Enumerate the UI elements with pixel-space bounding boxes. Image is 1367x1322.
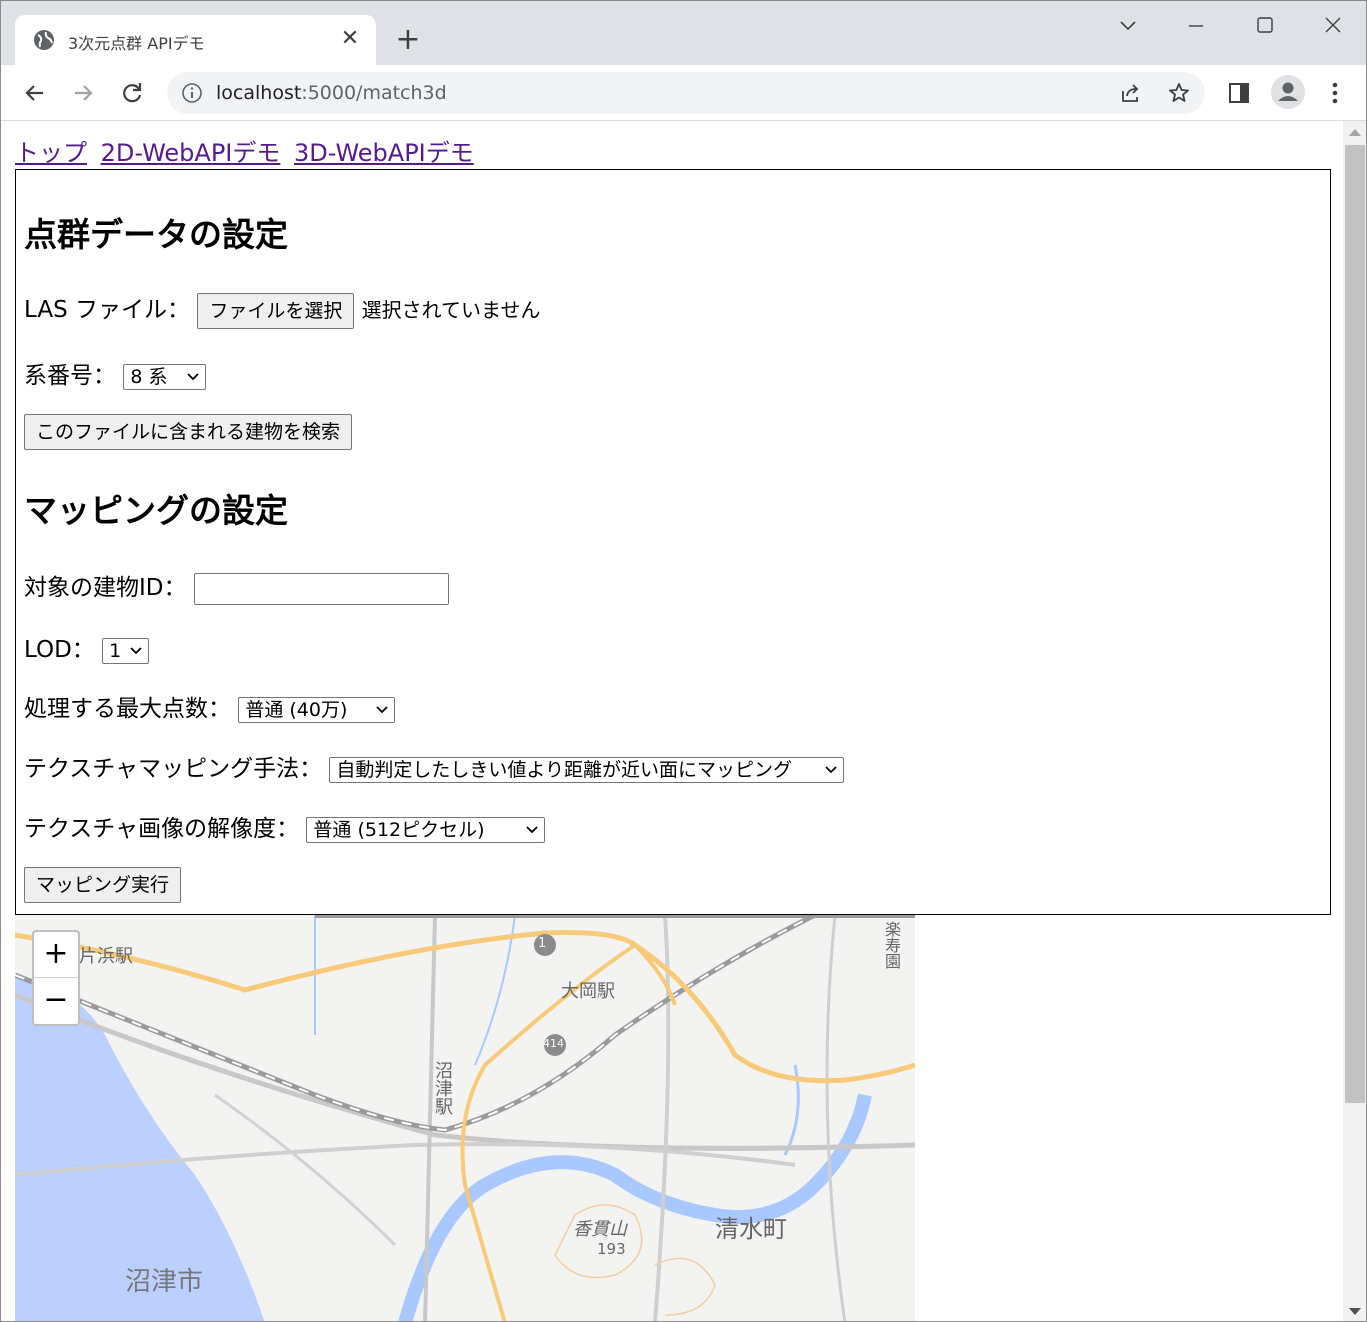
scroll-down-icon[interactable] <box>1349 1308 1361 1315</box>
globe-icon <box>34 30 54 50</box>
url-path: :5000/match3d <box>301 82 447 104</box>
browser-window: 3次元点群 APIデモ ✕ + localhost:5000/match3d ト… <box>0 0 1367 1322</box>
resolution-label: テクスチャ画像の解像度： <box>24 816 300 842</box>
building-id-row: 対象の建物ID： <box>24 568 449 605</box>
share-icon[interactable] <box>1119 81 1143 105</box>
method-select-value: 自動判定したしきい値より距離が近い面にマッピング <box>336 758 793 781</box>
run-row: マッピング実行 <box>24 867 182 903</box>
minimize-icon[interactable] <box>1181 11 1211 41</box>
method-row: テクスチャマッピング手法： 自動判定したしきい値より距離が近い面にマッピング <box>24 749 845 783</box>
lod-select[interactable]: 1 <box>102 637 150 664</box>
page-content: トップ 2D-WebAPIデモ 3D-WebAPIデモ 点群データの設定 LAS… <box>1 121 1343 1321</box>
lod-row: LOD： 1 <box>24 630 150 664</box>
settings-panel: 点群データの設定 LAS ファイル： ファイルを選択 選択されていません 系番号… <box>15 169 1331 915</box>
building-id-label: 対象の建物ID： <box>24 575 187 601</box>
las-file-label: LAS ファイル： <box>24 297 190 323</box>
nav-links: トップ 2D-WebAPIデモ 3D-WebAPIデモ <box>15 133 480 168</box>
pointcloud-heading: 点群データの設定 <box>24 215 288 254</box>
person-icon <box>1278 82 1298 101</box>
chevron-down-icon <box>376 705 388 713</box>
run-mapping-button[interactable]: マッピング実行 <box>24 867 182 903</box>
browser-toolbar: localhost:5000/match3d <box>1 65 1366 121</box>
map-label-shimizucho: 清水町 <box>715 1215 787 1243</box>
page-scrollbar[interactable] <box>1343 121 1366 1321</box>
chevron-down-icon <box>825 765 838 773</box>
zone-select-value: 8 系 <box>130 365 168 388</box>
zone-select[interactable]: 8 系 <box>123 363 207 390</box>
route-label: 1 <box>538 936 547 951</box>
chevron-down-icon <box>187 372 199 380</box>
map-label-elevation: 193 <box>597 1240 626 1258</box>
map-label-rakujuen: 楽寿園 <box>882 921 901 969</box>
map-label-kanukiyama: 香貫山 <box>573 1219 627 1240</box>
chevron-down-icon <box>526 825 539 833</box>
forward-arrow-icon[interactable] <box>69 79 97 107</box>
map-label-numazu-station: 沼津駅 <box>432 1061 453 1115</box>
profile-avatar[interactable] <box>1271 75 1305 109</box>
close-tab-icon[interactable]: ✕ <box>338 27 362 51</box>
link-3d-demo[interactable]: 3D-WebAPIデモ <box>294 139 474 167</box>
address-bar[interactable]: localhost:5000/match3d <box>167 72 1205 114</box>
max-points-select-value: 普通 (40万) <box>245 698 348 721</box>
mapping-heading: マッピングの設定 <box>24 491 288 530</box>
tab-title: 3次元点群 APIデモ <box>68 34 205 53</box>
new-tab-icon[interactable]: + <box>393 25 423 55</box>
max-points-select[interactable]: 普通 (40万) <box>238 696 396 723</box>
lod-select-value: 1 <box>109 639 122 662</box>
map-view[interactable]: 1 414 片浜駅 大岡駅 沼津駅 香貫山 193 清水町 沼津市 楽寿園 + … <box>15 915 915 1321</box>
max-points-label: 処理する最大点数： <box>24 696 231 722</box>
tab-strip: 3次元点群 APIデモ ✕ + <box>1 1 1366 65</box>
lod-label: LOD： <box>24 637 95 663</box>
zoom-in-button[interactable]: + <box>34 932 78 978</box>
zoom-out-button[interactable]: − <box>34 978 78 1024</box>
map-label-numazu-city: 沼津市 <box>125 1267 204 1297</box>
back-arrow-icon[interactable] <box>21 79 49 107</box>
maximize-icon[interactable] <box>1250 11 1280 41</box>
chevron-down-icon <box>130 646 142 654</box>
map-label-katahama: 片浜駅 <box>79 946 133 967</box>
route-label: 414 <box>543 1037 564 1050</box>
zone-row: 系番号： 8 系 <box>24 356 207 390</box>
map-label-ooka: 大岡駅 <box>561 981 615 1002</box>
resolution-select[interactable]: 普通 (512ピクセル) <box>306 816 546 843</box>
link-top[interactable]: トップ <box>15 139 87 167</box>
reload-icon[interactable] <box>118 79 146 107</box>
browser-tab[interactable]: 3次元点群 APIデモ ✕ <box>15 15 376 65</box>
url-text[interactable]: localhost:5000/match3d <box>216 82 447 104</box>
url-host: localhost <box>216 82 302 104</box>
max-points-row: 処理する最大点数： 普通 (40万) <box>24 689 396 723</box>
file-status: 選択されていません <box>361 298 541 322</box>
zone-label: 系番号： <box>24 363 116 389</box>
side-panel-icon[interactable] <box>1227 81 1251 105</box>
choose-file-button[interactable]: ファイルを選択 <box>197 292 355 329</box>
bookmark-star-icon[interactable] <box>1167 81 1191 105</box>
method-label: テクスチャマッピング手法： <box>24 756 323 782</box>
search-row: このファイルに含まれる建物を検索 <box>24 414 353 450</box>
resolution-select-value: 普通 (512ピクセル) <box>313 818 485 841</box>
scroll-up-icon[interactable] <box>1349 129 1361 136</box>
method-select[interactable]: 自動判定したしきい値より距離が近い面にマッピング <box>329 756 845 783</box>
close-window-icon[interactable] <box>1318 11 1348 41</box>
tab-search-icon[interactable] <box>1113 11 1143 41</box>
link-2d-demo[interactable]: 2D-WebAPIデモ <box>101 139 281 167</box>
zoom-control: + − <box>32 930 80 1026</box>
las-file-row: LAS ファイル： ファイルを選択 選択されていません <box>24 290 540 329</box>
info-icon[interactable] <box>181 82 203 104</box>
scroll-thumb[interactable] <box>1345 145 1365 1103</box>
menu-kebab-icon[interactable] <box>1325 80 1345 106</box>
building-id-input[interactable] <box>193 572 449 605</box>
search-buildings-button[interactable]: このファイルに含まれる建物を検索 <box>24 414 353 450</box>
resolution-row: テクスチャ画像の解像度： 普通 (512ピクセル) <box>24 809 546 843</box>
